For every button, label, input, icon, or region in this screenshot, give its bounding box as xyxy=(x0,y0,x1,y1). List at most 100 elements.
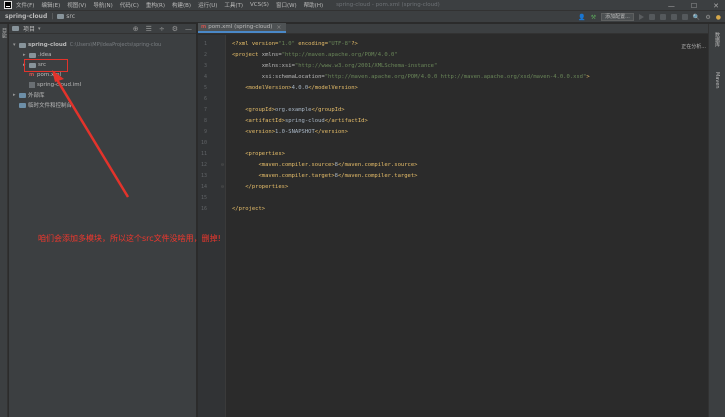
left-tool-stripe: 项目 xyxy=(0,24,8,417)
code-token: <version> xyxy=(232,129,276,135)
maven-tool-button[interactable]: Maven xyxy=(714,72,720,89)
project-panel-header: 项目 ▾ ⊕ ☰ ÷ ⚙ — xyxy=(9,24,196,34)
tab-pom-xml[interactable]: m pom.xml (spring-cloud) × xyxy=(198,23,287,33)
code-token: </modelVersion> xyxy=(308,85,358,91)
run-icon[interactable] xyxy=(638,14,644,20)
line-number-gutter: 1 2 3 4 5 6 7 8 9 10 11 12 13 14 15 16 ⊖… xyxy=(198,35,226,417)
gear-icon[interactable]: ⚙ xyxy=(172,25,178,33)
code-token: </version> xyxy=(314,129,348,135)
code-token: 1.0-SNAPSHOT xyxy=(275,129,315,135)
line-number: 12 xyxy=(200,162,207,168)
project-tool-button[interactable]: 项目 xyxy=(1,28,8,38)
minimize-button[interactable]: — xyxy=(668,2,675,10)
fold-marker-icon[interactable]: ⊖ xyxy=(221,184,224,190)
code-line-1: <?xml version="1.0" encoding="UTF-8"?> xyxy=(232,41,358,48)
hide-panel-icon[interactable]: — xyxy=(185,25,192,33)
hammer-icon[interactable]: ⚒ xyxy=(591,14,596,21)
intellij-logo-icon xyxy=(4,1,12,9)
debug-icon[interactable] xyxy=(648,14,655,20)
menu-navigate[interactable]: 导航(N) xyxy=(93,1,112,9)
code-line-12: <maven.compiler.source>8</maven.compiler… xyxy=(232,162,417,169)
navigation-bar: spring-cloud | src 👤 ⚒ 添加配置... 🔍 ⚙ ● xyxy=(0,11,725,23)
line-number: 15 xyxy=(200,195,207,201)
maven-file-icon: m xyxy=(201,24,207,30)
menu-vcs[interactable]: VCS(S) xyxy=(250,2,269,8)
line-number: 14 xyxy=(200,184,207,190)
project-panel-title[interactable]: 项目 xyxy=(23,24,35,33)
line-number: 7 xyxy=(203,107,207,113)
menu-help[interactable]: 帮助(H) xyxy=(304,1,323,9)
annotation-text: 咱们会添加多模块，所以这个src文件没啥用，删掉! xyxy=(38,234,221,243)
code-token: xmlns= xyxy=(258,52,282,58)
nav-toolbar: 👤 ⚒ 添加配置... 🔍 ⚙ ● xyxy=(578,12,721,22)
maximize-button[interactable]: ☐ xyxy=(691,2,697,10)
menu-window[interactable]: 窗口(W) xyxy=(276,1,297,9)
project-panel: 项目 ▾ ⊕ ☰ ÷ ⚙ — ▾ spring-cloud C:\Users\M… xyxy=(9,24,197,417)
tree-item-idea-label: .idea xyxy=(38,52,52,58)
menu-edit[interactable]: 编辑(E) xyxy=(41,1,60,9)
menu-tools[interactable]: 工具(T) xyxy=(224,1,243,9)
add-configuration-button[interactable]: 添加配置... xyxy=(601,13,634,21)
code-token: org.example xyxy=(275,107,312,113)
breadcrumb-project[interactable]: spring-cloud xyxy=(5,13,47,20)
code-token: "http://maven.apache.org/POM/4.0.0" xyxy=(281,52,398,58)
profile-icon[interactable] xyxy=(670,14,677,20)
folder-icon xyxy=(29,52,36,58)
line-number: 13 xyxy=(200,173,207,179)
code-token: </project> xyxy=(232,206,266,212)
code-token: </maven.compiler.source> xyxy=(337,162,418,168)
menu-build[interactable]: 构建(B) xyxy=(172,1,191,9)
close-button[interactable]: ✕ xyxy=(713,2,719,10)
maven-file-icon: m xyxy=(29,72,35,78)
tree-item-idea[interactable]: ▸ .idea xyxy=(23,51,52,59)
analysis-status: 正在分析... xyxy=(681,44,706,50)
tree-item-pom-label: pom.xml xyxy=(37,72,62,78)
locate-icon[interactable]: ⊕ xyxy=(133,25,139,33)
menu-refactor[interactable]: 重构(R) xyxy=(146,1,165,9)
breadcrumb-folder[interactable]: src xyxy=(66,13,75,20)
tree-item-external-libraries[interactable]: ▸ 外部库 xyxy=(13,91,45,99)
menu-view[interactable]: 视图(V) xyxy=(67,1,86,9)
code-token: "1.0" xyxy=(278,41,295,47)
editor-area: m pom.xml (spring-cloud) × 1 2 3 4 5 6 7… xyxy=(198,23,708,417)
code-line-3: xmlns:xsi="http://www.w3.org/2001/XMLSch… xyxy=(232,63,438,70)
line-number: 16 xyxy=(200,206,207,212)
tree-item-pom[interactable]: m pom.xml xyxy=(29,71,61,79)
fold-marker-icon[interactable]: ⊖ xyxy=(221,162,224,168)
module-file-icon xyxy=(29,82,35,88)
collapse-all-icon[interactable]: ☰ xyxy=(146,25,152,33)
chevron-down-icon[interactable]: ▾ xyxy=(38,26,41,32)
code-line-8: <artifactId>spring-cloud</artifactId> xyxy=(232,118,368,125)
menu-code[interactable]: 代码(C) xyxy=(120,1,139,9)
tab-label: pom.xml (spring-cloud) xyxy=(208,24,273,30)
close-tab-icon[interactable]: × xyxy=(276,24,281,31)
user-icon[interactable]: 👤 xyxy=(578,14,585,21)
coverage-icon[interactable] xyxy=(659,14,666,20)
line-number: 9 xyxy=(203,129,207,135)
tree-item-scratches[interactable]: 临时文件和控制台 xyxy=(19,101,72,109)
line-number: 5 xyxy=(203,85,207,91)
code-line-7: <groupId>org.example</groupId> xyxy=(232,107,344,114)
plugin-icon[interactable]: ● xyxy=(716,14,721,21)
tree-item-root-label: spring-cloud xyxy=(28,42,67,48)
code-token: <modelVersion> xyxy=(232,85,292,91)
tree-item-root[interactable]: ▾ spring-cloud C:\Users\MP\IdeaProjects\… xyxy=(13,41,161,49)
search-icon[interactable]: 🔍 xyxy=(693,14,700,21)
breadcrumb-separator: | xyxy=(51,13,54,20)
right-tool-stripe: 数据库 Maven xyxy=(708,24,725,417)
database-tool-button[interactable]: 数据库 xyxy=(714,32,721,47)
folder-icon xyxy=(57,14,65,19)
code-line-16: </project> xyxy=(232,206,265,213)
module-folder-icon xyxy=(19,42,26,48)
code-token: spring-cloud xyxy=(284,118,325,124)
menu-run[interactable]: 运行(U) xyxy=(198,1,217,9)
tree-item-iml[interactable]: spring-cloud.iml xyxy=(29,81,81,89)
stop-icon[interactable] xyxy=(681,14,688,20)
code-token: encoding= xyxy=(294,41,329,47)
code-token: <maven.compiler.source> xyxy=(232,162,335,168)
code-token: </properties> xyxy=(232,184,289,190)
settings-icon[interactable]: ⚙ xyxy=(705,14,710,21)
code-token: <groupId> xyxy=(232,107,276,113)
expand-icon[interactable]: ÷ xyxy=(159,25,165,33)
menu-file[interactable]: 文件(F) xyxy=(16,1,34,9)
